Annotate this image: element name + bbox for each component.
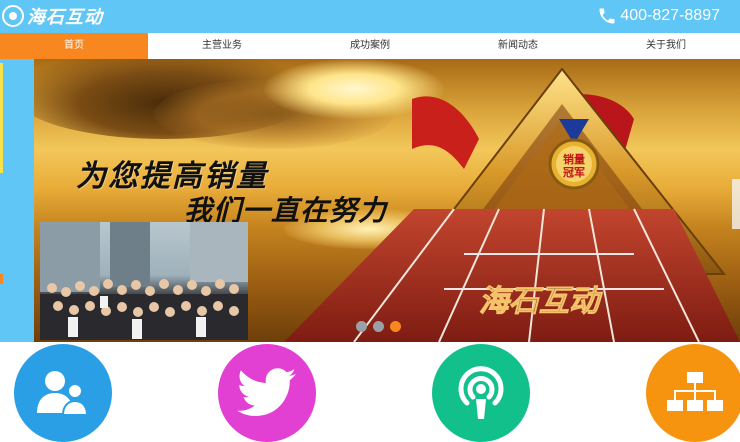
site-header: 海石互动 400-827-8897 (0, 0, 740, 33)
podcast-icon (458, 366, 504, 419)
feature-section (0, 342, 740, 442)
phone-contact: 400-827-8897 (597, 1, 720, 31)
medal-text-bottom: 冠军 (563, 166, 585, 179)
nav-item-news[interactable]: 新闻动态 (444, 33, 592, 59)
nav-item-cases[interactable]: 成功案例 (296, 33, 444, 59)
left-side-strip (0, 59, 34, 342)
feature-circle-users[interactable] (14, 344, 112, 442)
hero-banner[interactable]: 海石互动 销量 冠军 为您提高销量 我们一直在努力 (34, 59, 740, 342)
slider-dots (356, 321, 401, 332)
feature-circle-twitter[interactable] (218, 344, 316, 442)
logo-icon (2, 5, 24, 27)
feature-circle-podcast[interactable] (432, 344, 530, 442)
logo-text: 海石互动 (27, 7, 103, 28)
main-nav: 首页 主营业务 成功案例 新闻动态 关于我们 (0, 33, 740, 59)
logo[interactable]: 海石互动 (2, 3, 103, 29)
side-accent-orange (0, 274, 3, 284)
team-photo (40, 222, 248, 340)
twitter-bird-icon (237, 368, 296, 416)
users-icon (37, 371, 89, 416)
slider-dot-2[interactable] (373, 321, 384, 332)
sitemap-icon (667, 372, 723, 411)
phone-icon (599, 8, 615, 24)
slider-dot-1[interactable] (356, 321, 367, 332)
track-logo-text: 海石互动 (479, 284, 603, 319)
medal-text-top: 销量 (563, 152, 585, 166)
phone-number: 400-827-8897 (620, 7, 720, 24)
nav-item-services[interactable]: 主营业务 (148, 33, 296, 59)
side-accent-yellow (0, 63, 3, 173)
nav-item-about[interactable]: 关于我们 (592, 33, 740, 59)
nav-item-home[interactable]: 首页 (0, 33, 148, 59)
slider-dot-3[interactable] (390, 321, 401, 332)
feature-circle-sitemap[interactable] (646, 344, 740, 442)
